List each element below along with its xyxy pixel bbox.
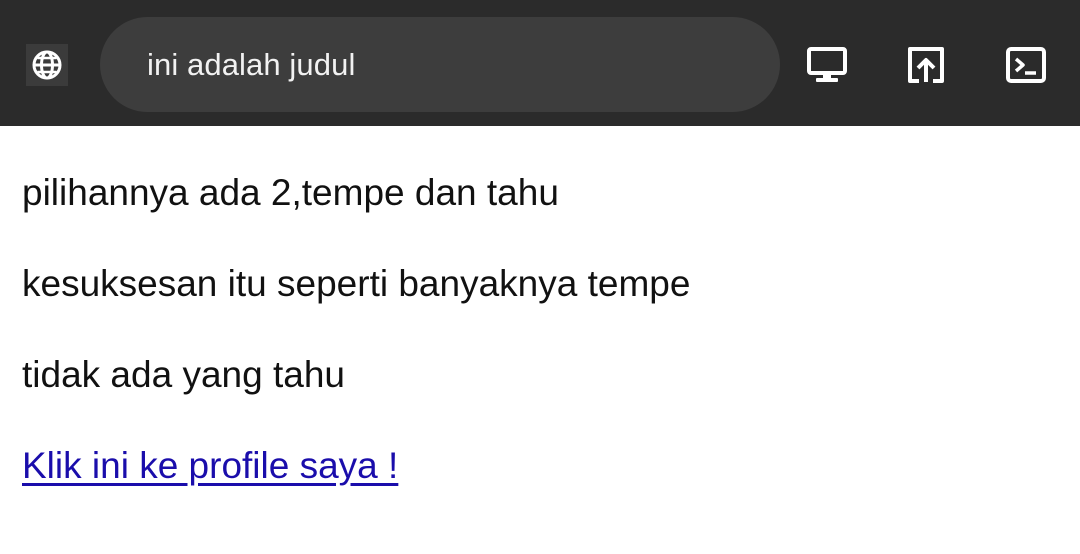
paragraph-no-one-knows: tidak ada yang tahu — [22, 354, 345, 395]
page-title-text: ini adalah judul — [147, 46, 356, 82]
desktop-mode-button[interactable] — [806, 44, 848, 86]
open-in-browser-icon — [908, 47, 944, 83]
monitor-icon — [807, 47, 847, 82]
open-in-browser-button[interactable] — [905, 44, 947, 86]
paragraph-success: kesuksesan itu seperti banyaknya tempe — [22, 263, 691, 304]
paragraph-choice: pilihannya ada 2,tempe dan tahu — [22, 172, 559, 213]
terminal-icon — [1006, 47, 1046, 83]
profile-link[interactable]: Klik ini ke profile saya ! — [22, 447, 398, 484]
browser-toolbar: ini adalah judul — [0, 0, 1080, 126]
terminal-button[interactable] — [1005, 44, 1047, 86]
page-title[interactable]: ini adalah judul — [100, 17, 780, 112]
globe-icon[interactable] — [26, 44, 68, 86]
